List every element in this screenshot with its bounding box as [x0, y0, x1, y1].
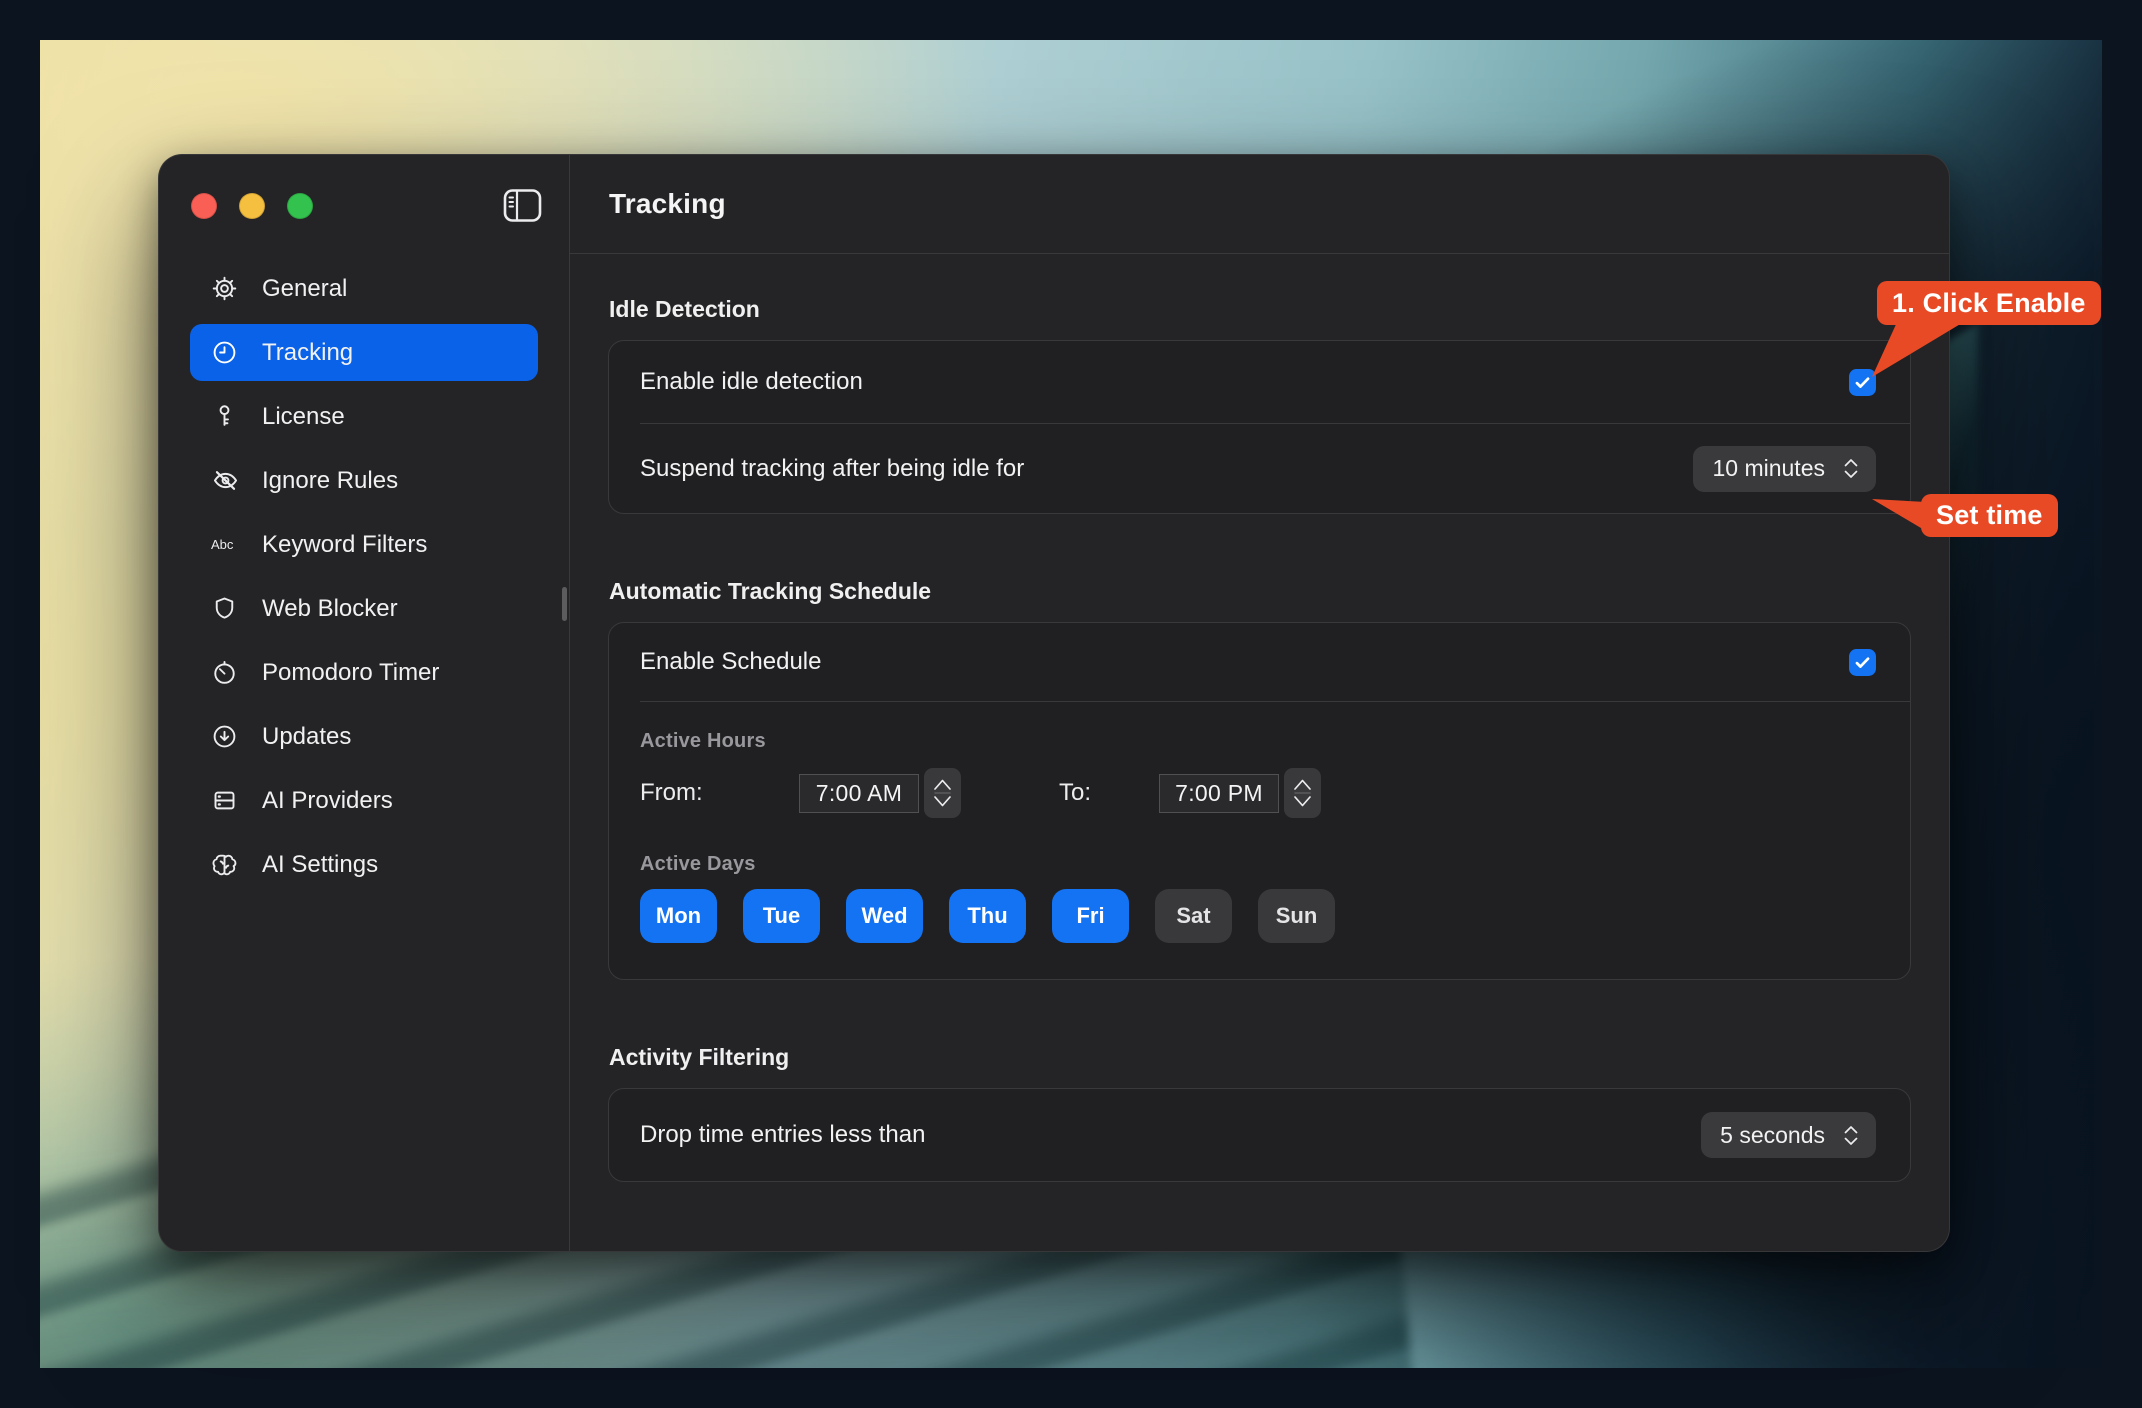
- screenshot-frame: { "window": { "title": "Tracking" }, "si…: [0, 0, 2142, 1408]
- click-enable-annotation: 1. Click Enable: [1877, 281, 2101, 325]
- sidebar-item-label: General: [262, 275, 347, 303]
- sidebar-item-label: Web Blocker: [262, 595, 398, 623]
- day-mon-button[interactable]: Mon: [640, 889, 717, 943]
- sidebar-item-label: Tracking: [262, 339, 353, 367]
- shield-icon: [211, 595, 245, 623]
- from-time-stepper[interactable]: [924, 768, 961, 818]
- sidebar-scrollbar[interactable]: [562, 587, 567, 621]
- suspend-tracking-row: Suspend tracking after being idle for 10…: [609, 424, 1910, 513]
- chevron-up-down-icon: [1841, 455, 1861, 482]
- sidebar-item-pomodoro-timer[interactable]: Pomodoro Timer: [190, 644, 538, 701]
- settings-content: Idle Detection Enable idle detection Sus…: [570, 254, 1949, 1182]
- from-time-field[interactable]: 7:00 AM: [799, 774, 919, 813]
- active-days-label: Active Days: [640, 853, 1879, 876]
- idle-duration-value: 10 minutes: [1712, 455, 1825, 482]
- enable-idle-detection-row: Enable idle detection: [609, 341, 1910, 423]
- minimize-button[interactable]: [239, 193, 265, 219]
- schedule-details: Active Hours From: 7:00 AM To:: [609, 702, 1910, 979]
- day-sun-button[interactable]: Sun: [1258, 889, 1335, 943]
- traffic-lights: [191, 193, 313, 219]
- clock-icon: [211, 339, 245, 367]
- active-hours-row: From: 7:00 AM To: 7:00 PM: [640, 767, 1879, 819]
- sidebar-item-label: Keyword Filters: [262, 531, 427, 559]
- sidebar-item-tracking[interactable]: Tracking: [190, 324, 538, 381]
- idle-detection-card: Enable idle detection Suspend tracking a…: [608, 340, 1911, 514]
- gear-icon: [211, 275, 245, 303]
- sidebar-toggle-icon[interactable]: [503, 188, 543, 224]
- sidebar-item-label: AI Providers: [262, 787, 393, 815]
- drop-threshold-value: 5 seconds: [1720, 1122, 1825, 1149]
- page-title: Tracking: [609, 188, 726, 220]
- stepper-arrows-icon: [1287, 770, 1318, 816]
- main-pane: Tracking Idle Detection Enable idle dete…: [570, 155, 1949, 1251]
- drop-entries-label: Drop time entries less than: [640, 1121, 925, 1149]
- sidebar-item-license[interactable]: License: [190, 388, 538, 445]
- sidebar-item-web-blocker[interactable]: Web Blocker: [190, 580, 538, 637]
- close-button[interactable]: [191, 193, 217, 219]
- day-fri-button[interactable]: Fri: [1052, 889, 1129, 943]
- sidebar-item-ai-settings[interactable]: AI Settings: [190, 836, 538, 893]
- server-icon: [211, 787, 245, 815]
- to-label: To:: [1059, 779, 1091, 807]
- sidebar-item-label: AI Settings: [262, 851, 378, 879]
- activity-filtering-card: Drop time entries less than 5 seconds: [608, 1088, 1911, 1182]
- from-time-value: 7:00 AM: [816, 780, 903, 807]
- to-time-stepper[interactable]: [1284, 768, 1321, 818]
- sidebar-item-label: Updates: [262, 723, 351, 751]
- arrow-down-circle-icon: [211, 723, 245, 751]
- section-title-schedule: Automatic Tracking Schedule: [609, 578, 1910, 605]
- sidebar-item-ai-providers[interactable]: AI Providers: [190, 772, 538, 829]
- from-label: From:: [640, 779, 799, 807]
- active-hours-label: Active Hours: [640, 730, 1879, 753]
- day-wed-button[interactable]: Wed: [846, 889, 923, 943]
- main-header: Tracking: [570, 155, 1949, 254]
- sidebar-item-general[interactable]: General: [190, 260, 538, 317]
- to-time-value: 7:00 PM: [1175, 780, 1263, 807]
- sidebar-item-label: Pomodoro Timer: [262, 659, 439, 687]
- day-thu-button[interactable]: Thu: [949, 889, 1026, 943]
- checkmark-icon: [1853, 653, 1872, 672]
- sidebar-item-updates[interactable]: Updates: [190, 708, 538, 765]
- sidebar-item-label: Ignore Rules: [262, 467, 398, 495]
- day-tue-button[interactable]: Tue: [743, 889, 820, 943]
- section-title-idle-detection: Idle Detection: [609, 296, 1910, 323]
- idle-duration-dropdown[interactable]: 10 minutes: [1693, 446, 1876, 492]
- enable-schedule-row: Enable Schedule: [609, 623, 1910, 701]
- enable-idle-detection-checkbox[interactable]: [1849, 369, 1876, 396]
- to-time-field[interactable]: 7:00 PM: [1159, 774, 1279, 813]
- svg-text:Abc: Abc: [211, 537, 234, 552]
- enable-schedule-checkbox[interactable]: [1849, 649, 1876, 676]
- sidebar-item-ignore-rules[interactable]: Ignore Rules: [190, 452, 538, 509]
- abc-icon: Abc: [211, 531, 245, 559]
- schedule-card: Enable Schedule Active Hours From: 7:00 …: [608, 622, 1911, 980]
- enable-schedule-label: Enable Schedule: [640, 648, 821, 676]
- drop-entries-row: Drop time entries less than 5 seconds: [609, 1089, 1910, 1181]
- eye-off-icon: [211, 467, 245, 495]
- sidebar: General Tracking License: [159, 155, 569, 1251]
- enable-idle-detection-label: Enable idle detection: [640, 368, 863, 396]
- key-icon: [211, 403, 245, 431]
- zoom-button[interactable]: [287, 193, 313, 219]
- settings-window: General Tracking License: [158, 154, 1950, 1252]
- day-sat-button[interactable]: Sat: [1155, 889, 1232, 943]
- stepper-arrows-icon: [927, 770, 958, 816]
- brain-icon: [211, 851, 245, 879]
- checkmark-icon: [1853, 373, 1872, 392]
- sidebar-item-keyword-filters[interactable]: Abc Keyword Filters: [190, 516, 538, 573]
- stopwatch-icon: [211, 659, 245, 687]
- active-days-row: Mon Tue Wed Thu Fri Sat Sun: [640, 889, 1879, 943]
- chevron-up-down-icon: [1841, 1122, 1861, 1149]
- drop-threshold-dropdown[interactable]: 5 seconds: [1701, 1112, 1876, 1158]
- set-time-annotation: Set time: [1921, 494, 2058, 537]
- section-title-activity-filtering: Activity Filtering: [609, 1044, 1910, 1071]
- suspend-tracking-label: Suspend tracking after being idle for: [640, 455, 1024, 483]
- sidebar-item-label: License: [262, 403, 345, 431]
